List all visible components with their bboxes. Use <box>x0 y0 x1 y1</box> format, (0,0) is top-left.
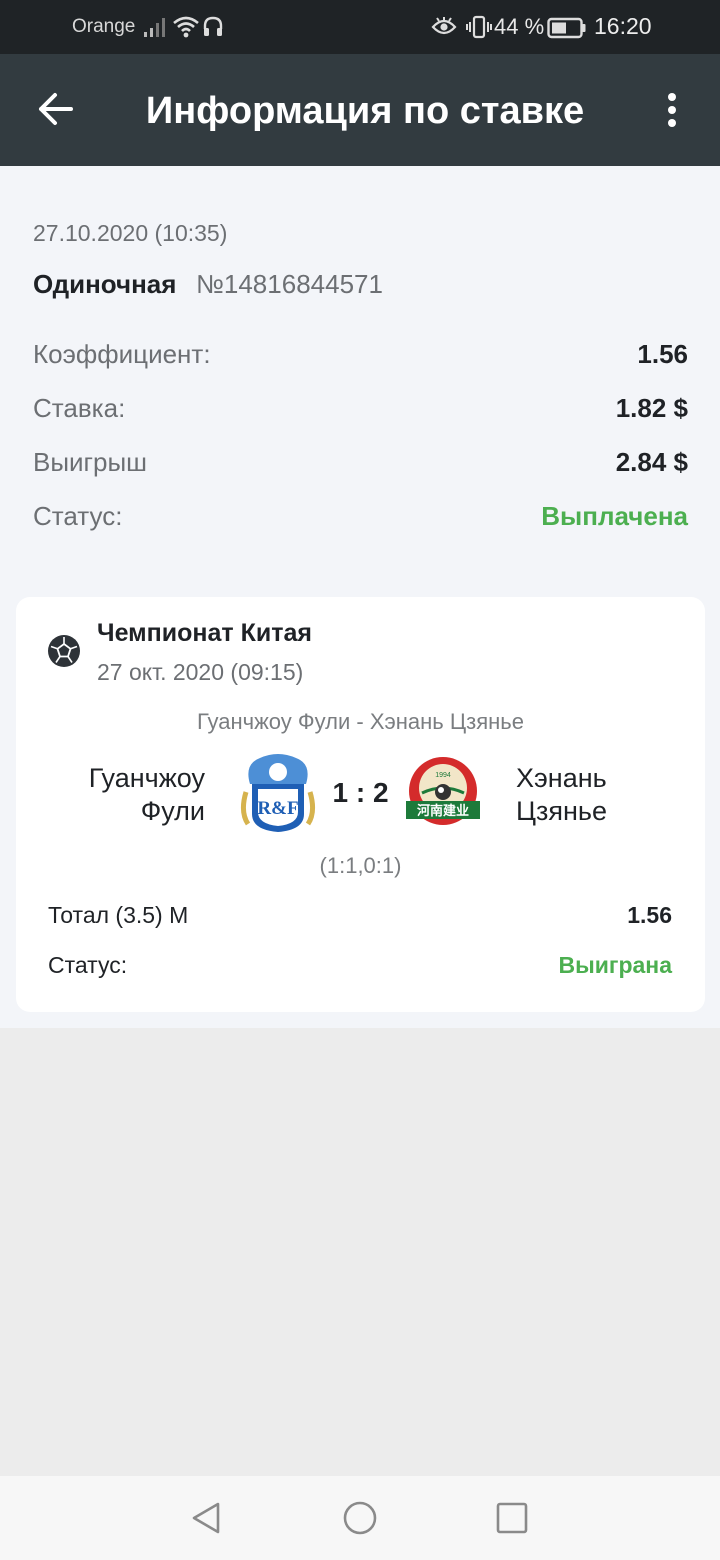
event-card[interactable]: Чемпионат Китая 27 окт. 2020 (09:15) Гуа… <box>16 597 705 1012</box>
bet-number: №14816844571 <box>196 269 383 299</box>
team2-logo-year: 1994 <box>435 772 451 779</box>
bet-date: 27.10.2020 (10:35) <box>33 220 228 246</box>
vibrate-icon <box>466 15 492 44</box>
match-title: Гуанчжоу Фули - Хэнань Цзянье <box>197 709 524 734</box>
stake-label: Ставка: <box>33 393 126 423</box>
bet-type: Одиночная <box>33 269 177 299</box>
stake-value: 1.82 $ <box>615 393 688 423</box>
event-status-label: Статус: <box>48 952 128 978</box>
team2-logo-text: 河南建业 <box>417 803 469 819</box>
nav-back-icon[interactable] <box>188 1500 224 1541</box>
status-value: Выплачена <box>541 501 688 531</box>
market-name: Тотал (3.5) М <box>48 902 189 928</box>
event-date: 27 окт. 2020 (09:15) <box>97 659 304 685</box>
team2-name-line1: Хэнань <box>516 763 607 793</box>
half-time-scores: (1:1,0:1) <box>319 853 402 878</box>
carrier-name: Orange <box>72 16 136 37</box>
status-label: Статус: <box>33 501 123 531</box>
headset-icon <box>202 16 224 43</box>
event-status-value: Выиграна <box>558 952 673 978</box>
winnings-label: Выигрыш <box>33 447 148 477</box>
team2-name: Хэнань Цзянье <box>516 762 696 828</box>
winnings-value: 2.84 $ <box>615 447 688 477</box>
battery-percent: 44 % <box>494 14 545 39</box>
status-bar: Orange 44 % 16:20 <box>0 0 720 54</box>
eye-icon <box>431 17 457 42</box>
team2-name-line2: Цзянье <box>516 796 607 826</box>
battery-icon <box>547 17 587 44</box>
nav-recents-icon[interactable] <box>496 1502 528 1539</box>
market-odd: 1.56 <box>627 902 672 928</box>
clock: 16:20 <box>594 13 652 39</box>
app-bar: Информация по ставке <box>0 54 720 166</box>
soccer-ball-icon <box>47 634 81 673</box>
team2-logo: 1994 河南建业 <box>402 755 484 832</box>
system-nav-bar <box>0 1476 720 1560</box>
coefficient-label: Коэффициент: <box>33 339 211 369</box>
signal-icon <box>143 16 167 43</box>
nav-home-icon[interactable] <box>342 1500 378 1541</box>
more-vert-icon <box>668 93 676 127</box>
page-title: Информация по ставке <box>145 90 585 132</box>
coefficient-value: 1.56 <box>637 339 688 369</box>
league-name: Чемпионат Китая <box>97 619 312 647</box>
wifi-icon <box>172 15 200 44</box>
more-options-button[interactable] <box>650 84 694 136</box>
